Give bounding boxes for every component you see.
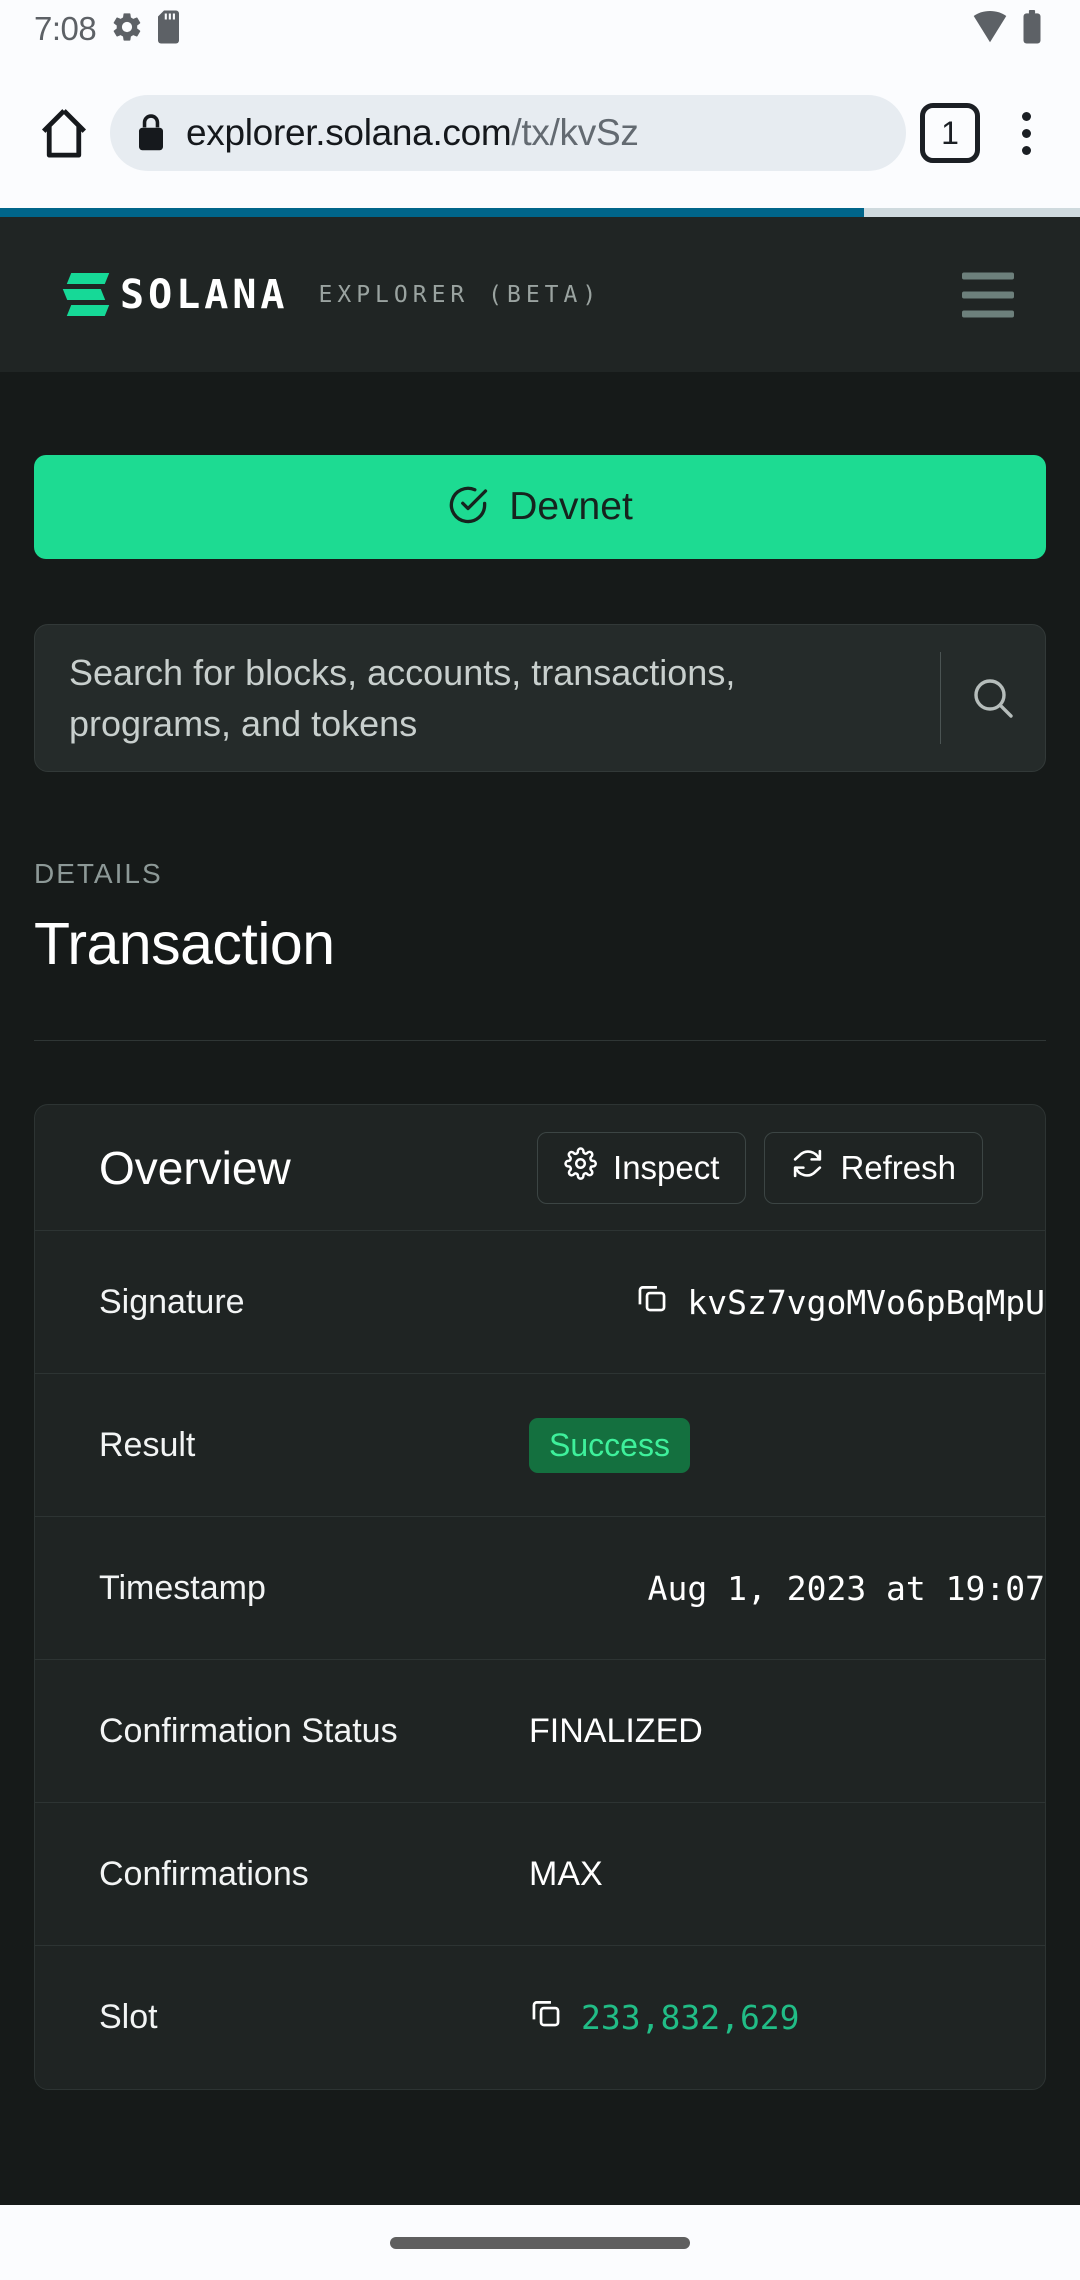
home-button[interactable]: [26, 95, 102, 171]
gear-icon: [564, 1147, 597, 1188]
confirmation-status-value: FINALIZED: [529, 1711, 703, 1750]
row-value: MAX: [529, 1855, 1045, 1894]
copy-icon[interactable]: [635, 1281, 669, 1324]
table-row: Confirmations MAX: [35, 1803, 1045, 1947]
search-box[interactable]: Search for blocks, accounts, transaction…: [34, 624, 1046, 773]
lock-icon: [136, 114, 166, 152]
details-eyebrow: DETAILS: [34, 858, 163, 890]
row-key: Slot: [99, 1998, 158, 2037]
solana-logo[interactable]: SOLANA: [62, 271, 289, 318]
android-status-bar: 7:08: [0, 0, 1080, 58]
refresh-button[interactable]: Refresh: [764, 1131, 983, 1204]
solana-explorer-page: SOLANA EXPLORER (BETA) Devnet Search for…: [0, 217, 1080, 2280]
refresh-label: Refresh: [840, 1148, 956, 1186]
table-row: Slot 233,832,629: [35, 1946, 1045, 2089]
page-load-progress-fill: [0, 208, 864, 217]
search-icon[interactable]: [940, 625, 1045, 771]
status-bar-clock: 7:08: [34, 10, 97, 47]
status-bar-left: 7:08: [34, 10, 182, 49]
inspect-button[interactable]: Inspect: [537, 1131, 747, 1204]
site-header: SOLANA EXPLORER (BETA): [0, 217, 1080, 372]
row-key: Confirmations: [99, 1854, 309, 1893]
gesture-handle[interactable]: [390, 2236, 690, 2249]
status-badge: Success: [529, 1417, 690, 1473]
solana-logo-icon: [62, 273, 110, 316]
row-value: kvSz7vgoMVo6pBqMpU: [529, 1281, 1045, 1324]
signature-value: kvSz7vgoMVo6pBqMpU: [687, 1282, 1045, 1322]
table-row: Result Success: [35, 1374, 1045, 1518]
cluster-selector-button[interactable]: Devnet: [34, 455, 1046, 559]
table-row: Timestamp Aug 1, 2023 at 19:07: [35, 1517, 1045, 1661]
timestamp-value: Aug 1, 2023 at 19:07: [647, 1568, 1045, 1608]
check-circle-icon: [447, 484, 489, 531]
table-row: Confirmation Status FINALIZED: [35, 1660, 1045, 1804]
overflow-menu-icon[interactable]: [998, 105, 1054, 161]
row-key: Result: [99, 1425, 196, 1464]
row-value: Success: [529, 1417, 1045, 1473]
title-divider: [34, 1040, 1046, 1042]
overview-heading: Overview: [99, 1141, 291, 1194]
phone-screen: 7:08 explorer.solana.com/tx/kvSz 1 SOLAN…: [0, 0, 1080, 2280]
overview-card: Overview Inspect Refresh Signature kvSz7…: [34, 1104, 1046, 2091]
url-domain: explorer.solana.com: [186, 112, 512, 153]
url-bar[interactable]: explorer.solana.com/tx/kvSz: [110, 95, 906, 171]
wifi-icon: [972, 10, 1008, 48]
inspect-label: Inspect: [613, 1148, 720, 1186]
browser-toolbar: explorer.solana.com/tx/kvSz 1: [0, 58, 1080, 208]
android-navigation-bar: [0, 2205, 1080, 2280]
row-value: Aug 1, 2023 at 19:07: [529, 1569, 1045, 1608]
overview-card-header: Overview Inspect Refresh: [35, 1105, 1045, 1232]
hamburger-menu-icon[interactable]: [962, 272, 1014, 317]
brand-name: SOLANA: [120, 271, 289, 318]
search-input[interactable]: Search for blocks, accounts, transaction…: [35, 625, 940, 771]
row-key: Signature: [99, 1282, 245, 1321]
tab-counter-button[interactable]: 1: [920, 103, 980, 163]
gear-icon: [110, 10, 144, 49]
row-value: FINALIZED: [529, 1712, 1045, 1751]
page-title: Transaction: [34, 911, 335, 978]
url-path: /tx/kvSz: [511, 112, 639, 153]
row-key: Timestamp: [99, 1568, 266, 1607]
slot-link[interactable]: 233,832,629: [581, 1998, 800, 2037]
battery-icon: [1022, 9, 1042, 49]
page-load-progress-bar: [0, 208, 1080, 217]
table-row: Signature kvSz7vgoMVo6pBqMpU: [35, 1231, 1045, 1375]
page-content: Devnet Search for blocks, accounts, tran…: [0, 455, 1080, 2091]
explorer-subtitle: EXPLORER (BETA): [318, 281, 602, 308]
copy-icon[interactable]: [529, 1996, 563, 2039]
url-text: explorer.solana.com/tx/kvSz: [186, 112, 639, 154]
cluster-label: Devnet: [509, 485, 633, 528]
row-value: 233,832,629: [529, 1996, 1045, 2039]
sd-card-icon: [158, 10, 182, 49]
refresh-icon: [791, 1147, 824, 1188]
status-bar-right: [972, 0, 1042, 58]
confirmations-value: MAX: [529, 1854, 603, 1893]
row-key: Confirmation Status: [99, 1711, 398, 1750]
